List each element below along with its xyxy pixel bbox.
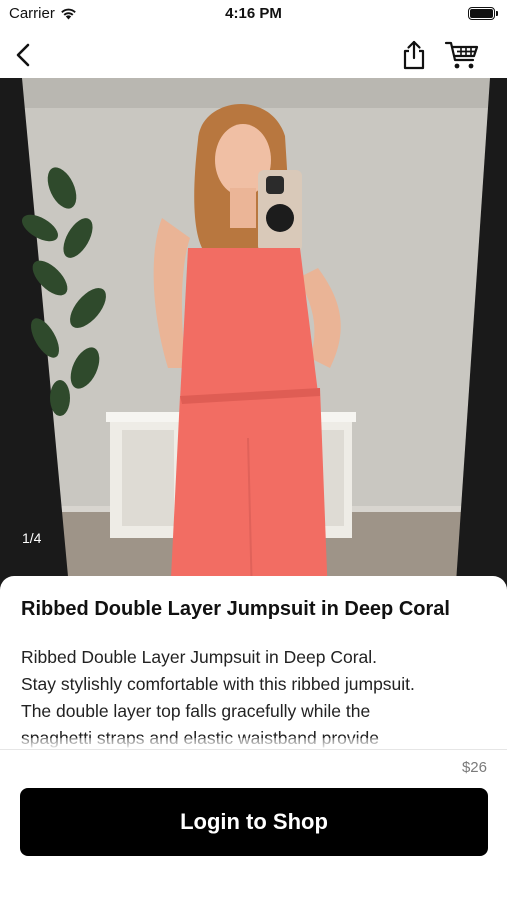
- cart-button[interactable]: [442, 36, 482, 74]
- login-to-shop-button[interactable]: Login to Shop: [20, 788, 488, 856]
- product-photo: [0, 78, 507, 598]
- status-time: 4:16 PM: [225, 5, 282, 22]
- photo-counter: 1/4: [22, 530, 42, 546]
- back-button[interactable]: [4, 36, 44, 74]
- description-line: Stay stylishly comfortable with this rib…: [21, 674, 415, 694]
- product-description[interactable]: Ribbed Double Layer Jumpsuit in Deep Cor…: [21, 644, 491, 748]
- battery-level: [470, 9, 493, 18]
- share-icon: [403, 40, 425, 70]
- product-title: Ribbed Double Layer Jumpsuit in Deep Cor…: [21, 598, 450, 620]
- status-bar: Carrier 4:16 PM: [0, 0, 507, 30]
- navigation-bar: [0, 30, 507, 78]
- product-price: $26: [461, 759, 487, 776]
- chevron-left-icon: [16, 43, 30, 67]
- description-line: Ribbed Double Layer Jumpsuit in Deep Cor…: [21, 647, 378, 667]
- description-line: The double layer top falls gracefully wh…: [21, 701, 371, 721]
- product-details-sheet: Ribbed Double Layer Jumpsuit in Deep Cor…: [0, 576, 507, 900]
- share-button[interactable]: [394, 36, 434, 74]
- cart-icon: [444, 41, 479, 69]
- product-image-gallery[interactable]: 1/4: [0, 78, 507, 598]
- battery-icon: [468, 7, 498, 20]
- divider: [0, 749, 507, 750]
